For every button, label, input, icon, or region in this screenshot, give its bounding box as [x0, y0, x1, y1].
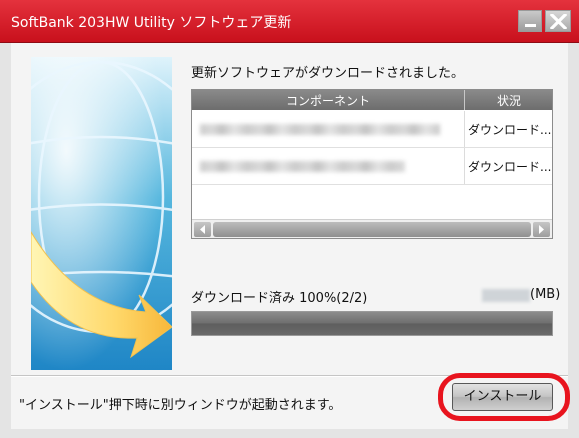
column-header-status[interactable]: 状況 — [466, 92, 552, 109]
row-status: ダウンロード... — [468, 123, 552, 137]
minimize-button[interactable] — [518, 10, 542, 32]
install-button[interactable]: インストール — [452, 383, 553, 411]
download-size-unit: (MB) — [530, 287, 561, 302]
horizontal-scrollbar[interactable] — [192, 219, 552, 238]
dialog-content: 更新ソフトウェアがダウンロードされました。 コンポーネント 状況 ダウンロード.… — [11, 43, 570, 429]
blurred-component-name — [200, 161, 405, 172]
globe-arrow-illustration — [31, 57, 172, 370]
window-frame-bottom — [0, 429, 579, 438]
component-table: コンポーネント 状況 ダウンロード... ダウンロード... — [191, 89, 553, 239]
cell-divider — [464, 148, 465, 184]
table-row[interactable]: ダウンロード... — [192, 148, 552, 185]
scroll-left-button[interactable] — [194, 222, 211, 237]
column-header-component[interactable]: コンポーネント — [192, 92, 464, 109]
table-row[interactable]: ダウンロード... — [192, 111, 552, 148]
scroll-left-icon — [200, 225, 205, 234]
blurred-download-size — [482, 289, 530, 302]
progress-fill — [192, 312, 552, 335]
close-button[interactable] — [545, 10, 571, 32]
scrollbar-thumb[interactable] — [213, 222, 531, 237]
status-headline: 更新ソフトウェアがダウンロードされました。 — [191, 66, 465, 81]
row-status: ダウンロード... — [468, 160, 552, 174]
window-title: SoftBank 203HW Utility ソフトウェア更新 — [11, 15, 292, 31]
column-divider[interactable] — [464, 90, 465, 110]
install-note: "インストール"押下時に別ウィンドウが起動されます。 — [19, 398, 342, 413]
download-progress-label: ダウンロード済み 100%(2/2) — [191, 291, 368, 306]
table-header: コンポーネント 状況 — [192, 90, 552, 110]
scroll-right-button[interactable] — [533, 222, 550, 237]
updater-window: SoftBank 203HW Utility ソフトウェア更新 更新ソフトウェア… — [0, 0, 579, 438]
window-frame-right — [568, 43, 579, 438]
window-frame-left — [0, 43, 11, 438]
scroll-right-icon — [539, 225, 544, 234]
blurred-component-name — [200, 124, 440, 135]
close-icon — [550, 14, 567, 29]
cell-divider — [464, 111, 465, 147]
download-progress-bar — [191, 311, 553, 336]
minimize-icon — [525, 24, 536, 27]
title-bar: SoftBank 203HW Utility ソフトウェア更新 — [0, 0, 579, 43]
